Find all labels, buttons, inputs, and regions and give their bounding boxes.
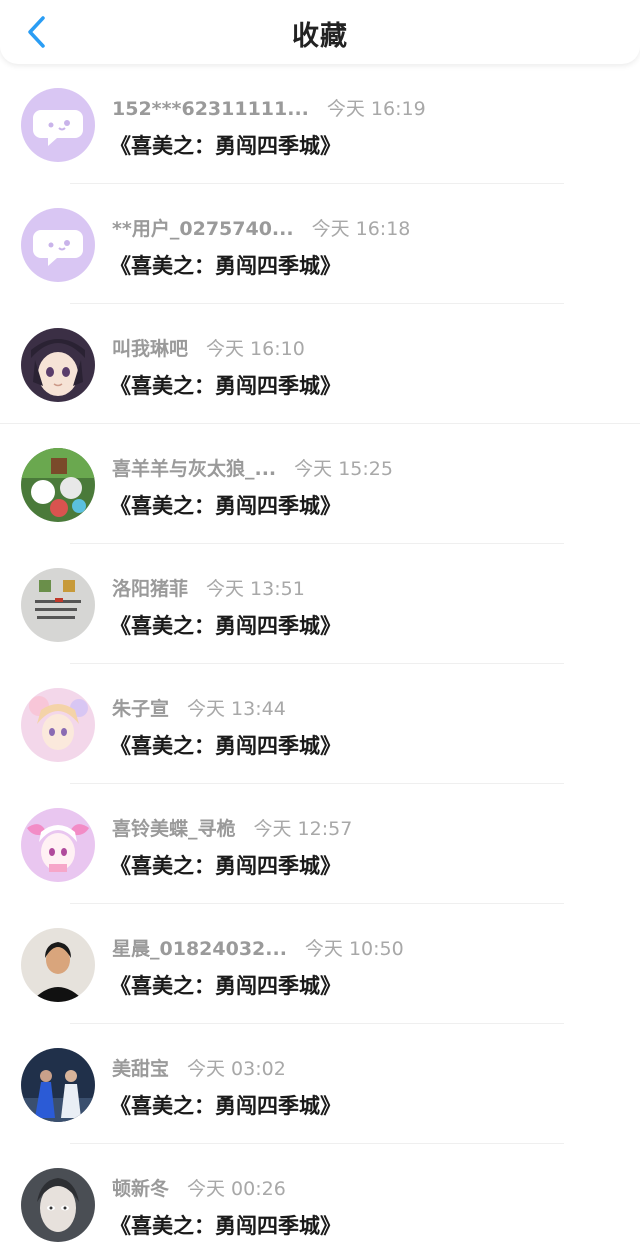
list-item[interactable]: 152***62311111... 今天 16:19 《喜美之：勇闯四季城》 [0, 64, 640, 184]
list-item[interactable]: 喜铃美蝶_寻桅 今天 12:57 《喜美之：勇闯四季城》 [0, 784, 640, 904]
person-photo-avatar [21, 928, 95, 1002]
username: 顿新冬 [112, 1178, 170, 1200]
avatar[interactable] [21, 328, 95, 402]
timestamp: 今天 16:18 [311, 218, 411, 240]
item-meta: 叫我琳吧 今天 16:10 [112, 334, 305, 361]
list-item[interactable]: 喜羊羊与灰太狼_... 今天 15:25 《喜美之：勇闯四季城》 [0, 424, 640, 544]
timestamp: 今天 00:26 [187, 1178, 286, 1200]
avatar[interactable] [21, 1048, 95, 1122]
username: 美甜宝 [112, 1058, 170, 1080]
work-title[interactable]: 《喜美之：勇闯四季城》 [110, 370, 341, 400]
avatar[interactable] [21, 808, 95, 882]
timestamp: 今天 10:50 [304, 938, 404, 960]
username: 喜羊羊与灰太狼_... [112, 458, 277, 480]
bubble-icon [21, 88, 95, 162]
avatar[interactable] [21, 1168, 95, 1242]
username: 叫我琳吧 [112, 338, 189, 360]
username: **用户_0275740... [112, 218, 294, 240]
work-title[interactable]: 《喜美之：勇闯四季城》 [110, 490, 341, 520]
work-title[interactable]: 《喜美之：勇闯四季城》 [110, 610, 341, 640]
work-title[interactable]: 《喜美之：勇闯四季城》 [110, 130, 341, 160]
work-title[interactable]: 《喜美之：勇闯四季城》 [110, 730, 341, 760]
work-title[interactable]: 《喜美之：勇闯四季城》 [110, 250, 341, 280]
avatar[interactable] [21, 688, 95, 762]
username: 洛阳猪菲 [112, 578, 189, 600]
item-meta: 顿新冬 今天 00:26 [112, 1174, 286, 1201]
list-item[interactable]: **用户_0275740... 今天 16:18 《喜美之：勇闯四季城》 [0, 184, 640, 304]
username: 152***62311111... [112, 98, 309, 120]
item-meta: 洛阳猪菲 今天 13:51 [112, 574, 305, 601]
avatar[interactable] [21, 568, 95, 642]
bubble-icon [21, 208, 95, 282]
work-title[interactable]: 《喜美之：勇闯四季城》 [110, 1090, 341, 1120]
item-meta: 星晨_01824032... 今天 10:50 [112, 934, 404, 961]
item-meta: **用户_0275740... 今天 16:18 [112, 214, 410, 241]
avatar[interactable] [21, 928, 95, 1002]
favorites-page: 收藏 152***62311111... 今天 16:19 《喜美之：勇闯四季城》 [0, 0, 640, 1251]
timestamp: 今天 13:44 [187, 698, 286, 720]
list-item[interactable]: 美甜宝 今天 03:02 《喜美之：勇闯四季城》 [0, 1024, 640, 1144]
item-meta: 喜羊羊与灰太狼_... 今天 15:25 [112, 454, 393, 481]
face-portrait-avatar [21, 1168, 95, 1242]
avatar[interactable] [21, 448, 95, 522]
timestamp: 今天 16:19 [326, 98, 426, 120]
timestamp: 今天 12:57 [253, 818, 353, 840]
list-item[interactable]: 叫我琳吧 今天 16:10 《喜美之：勇闯四季城》 [0, 304, 640, 424]
work-title[interactable]: 《喜美之：勇闯四季城》 [110, 850, 341, 880]
avatar[interactable] [21, 208, 95, 282]
timestamp: 今天 03:02 [187, 1058, 286, 1080]
item-meta: 朱子宣 今天 13:44 [112, 694, 286, 721]
timestamp: 今天 15:25 [294, 458, 393, 480]
pink-anime-avatar [21, 808, 95, 882]
note-photo-avatar [21, 568, 95, 642]
anime-girl-avatar [21, 328, 95, 402]
username: 喜铃美蝶_寻桅 [112, 818, 236, 840]
timestamp: 今天 13:51 [206, 578, 305, 600]
header-bar: 收藏 [0, 0, 640, 64]
item-meta: 喜铃美蝶_寻桅 今天 12:57 [112, 814, 352, 841]
item-meta: 152***62311111... 今天 16:19 [112, 94, 426, 121]
item-meta: 美甜宝 今天 03:02 [112, 1054, 286, 1081]
list-item[interactable]: 洛阳猪菲 今天 13:51 《喜美之：勇闯四季城》 [0, 544, 640, 664]
work-title[interactable]: 《喜美之：勇闯四季城》 [110, 1210, 341, 1240]
blue-scene-avatar [21, 1048, 95, 1122]
favorites-list: 152***62311111... 今天 16:19 《喜美之：勇闯四季城》 **… [0, 64, 640, 1251]
username: 星晨_01824032... [112, 938, 287, 960]
list-item[interactable]: 朱子宣 今天 13:44 《喜美之：勇闯四季城》 [0, 664, 640, 784]
pastel-anime-avatar [21, 688, 95, 762]
cartoon-group-avatar [21, 448, 95, 522]
page-title: 收藏 [292, 21, 348, 52]
avatar[interactable] [21, 88, 95, 162]
username: 朱子宣 [112, 698, 170, 720]
list-item[interactable]: 顿新冬 今天 00:26 《喜美之：勇闯四季城》 [0, 1144, 640, 1251]
timestamp: 今天 16:10 [206, 338, 305, 360]
list-item[interactable]: 星晨_01824032... 今天 10:50 《喜美之：勇闯四季城》 [0, 904, 640, 1024]
work-title[interactable]: 《喜美之：勇闯四季城》 [110, 970, 341, 1000]
